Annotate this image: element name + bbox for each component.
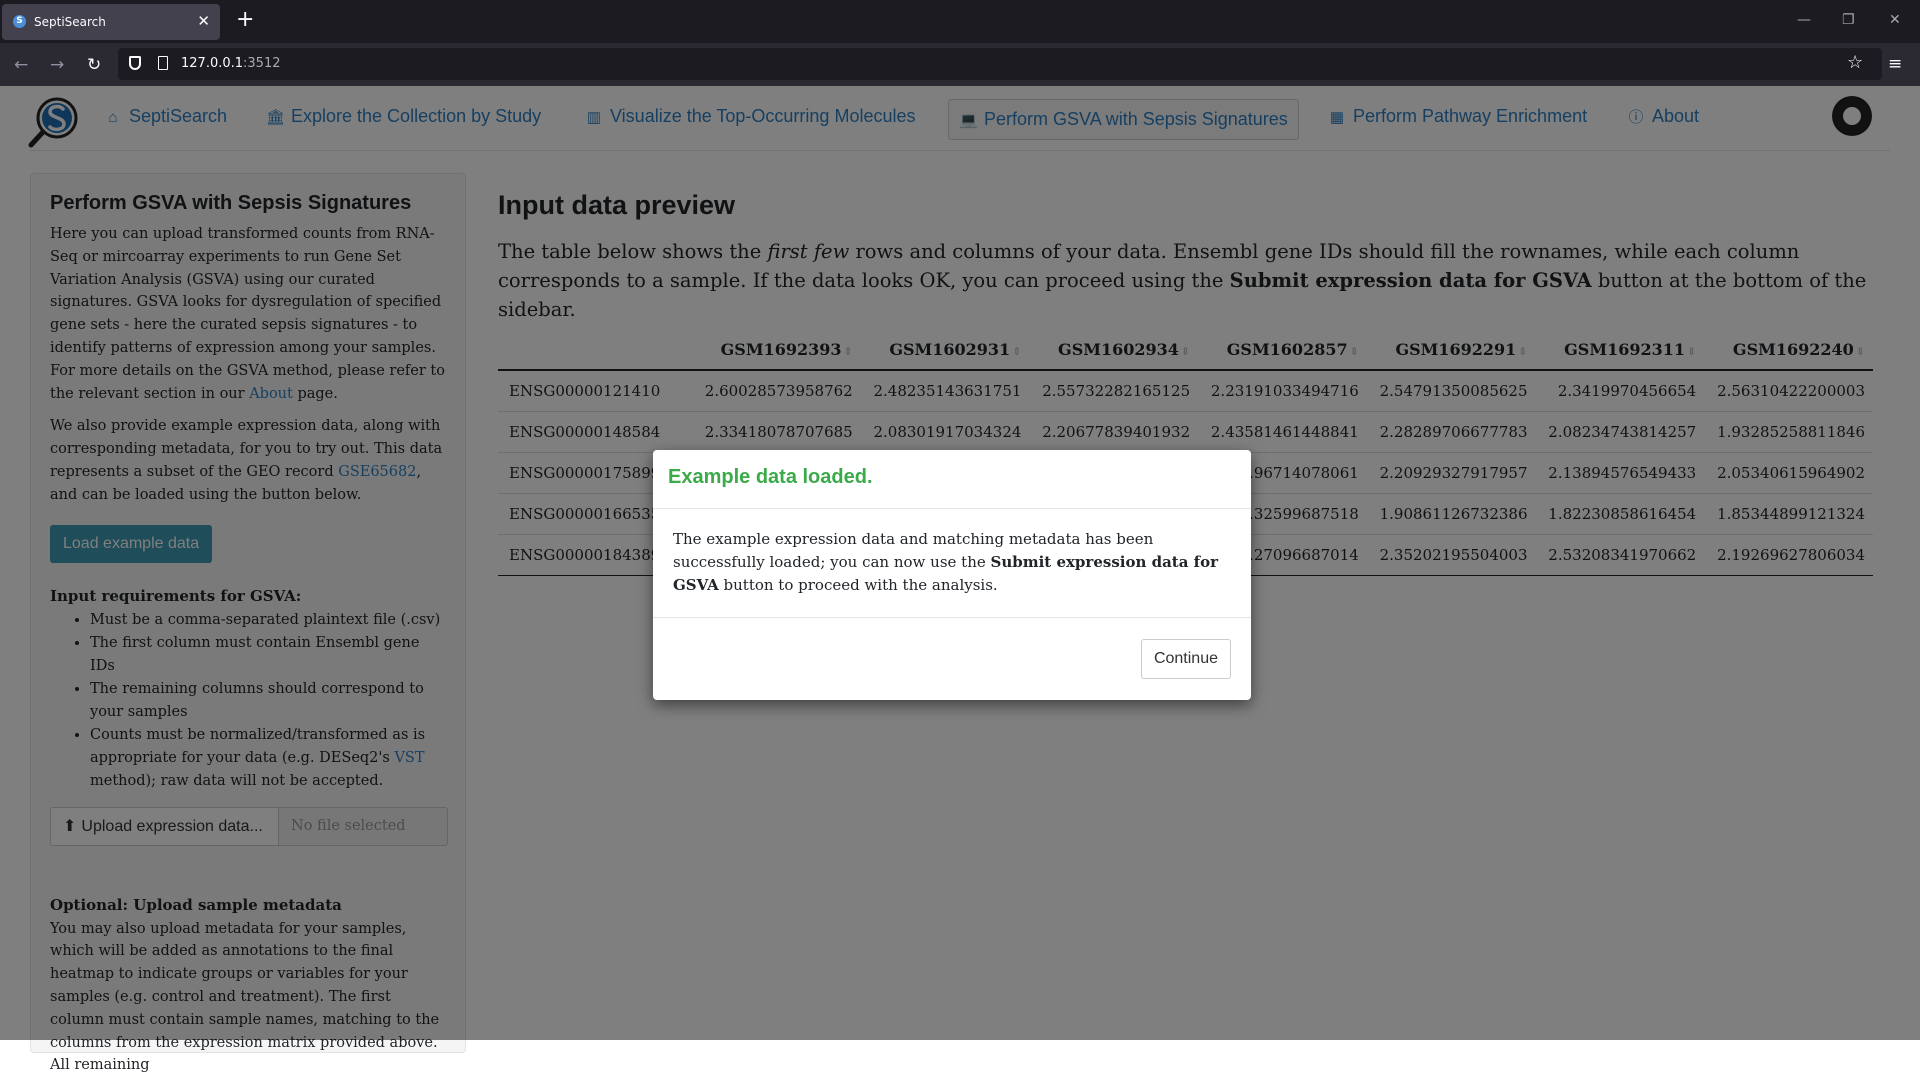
url-text[interactable]: 127.0.0.1:3512 bbox=[181, 56, 281, 71]
browser-tab-bar: S SeptiSearch ✕ + — ❐ ✕ bbox=[0, 0, 1920, 43]
example-loaded-dialog: Example data loaded. The example express… bbox=[653, 450, 1251, 700]
divider bbox=[653, 617, 1251, 618]
reload-icon[interactable]: ↻ bbox=[87, 55, 101, 75]
tab-title: SeptiSearch bbox=[34, 15, 106, 29]
continue-button[interactable]: Continue bbox=[1140, 639, 1231, 679]
address-bar[interactable]: 127.0.0.1:3512 bbox=[118, 48, 1882, 80]
back-icon[interactable]: ← bbox=[14, 55, 28, 75]
restore-icon[interactable]: ❐ bbox=[1842, 12, 1855, 28]
close-tab-icon[interactable]: ✕ bbox=[197, 12, 210, 30]
new-tab-icon[interactable]: + bbox=[236, 7, 254, 32]
dialog-title: Example data loaded. bbox=[668, 466, 873, 488]
browser-toolbar: ← → ↻ 127.0.0.1:3512 ☆ ≡ bbox=[0, 43, 1920, 87]
dialog-message: The example expression data and matching… bbox=[673, 530, 1219, 594]
close-window-icon[interactable]: ✕ bbox=[1889, 12, 1901, 28]
favicon-icon: S bbox=[13, 15, 26, 28]
page-icon bbox=[158, 56, 168, 70]
bookmark-star-icon[interactable]: ☆ bbox=[1847, 52, 1863, 73]
hamburger-menu-icon[interactable]: ≡ bbox=[1888, 54, 1902, 74]
forward-icon[interactable]: → bbox=[50, 55, 64, 75]
browser-tab[interactable]: S SeptiSearch ✕ bbox=[2, 4, 220, 40]
minimize-icon[interactable]: — bbox=[1797, 12, 1811, 28]
divider bbox=[653, 508, 1251, 509]
shield-icon[interactable] bbox=[129, 56, 141, 70]
